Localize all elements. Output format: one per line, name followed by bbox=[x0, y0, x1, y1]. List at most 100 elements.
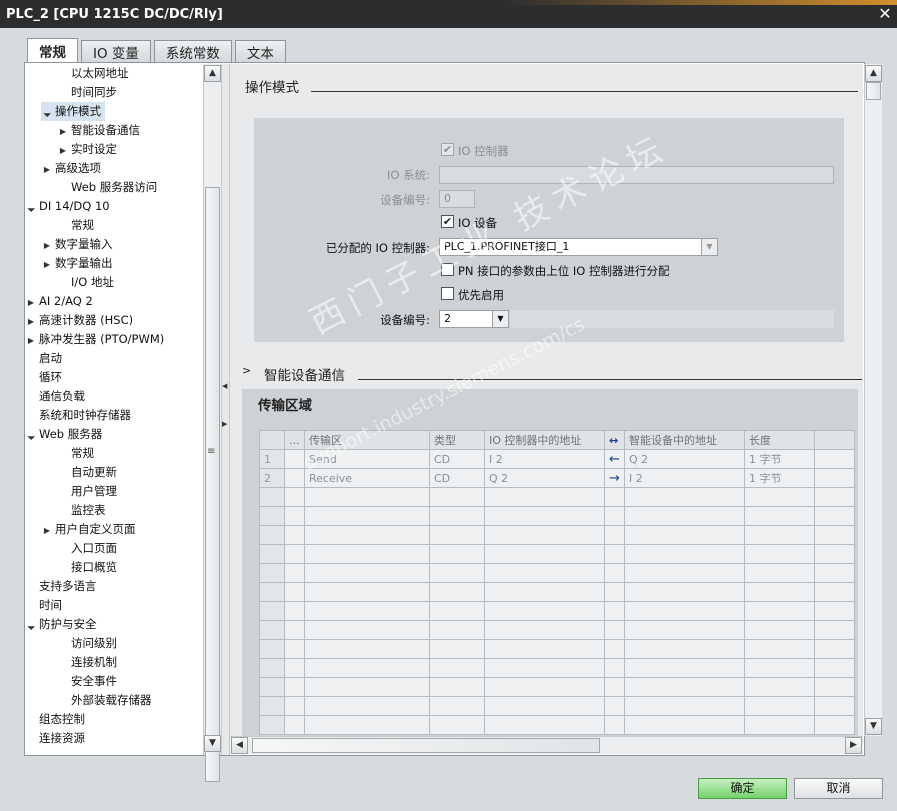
table-row[interactable] bbox=[259, 677, 855, 697]
pn-param-checkbox[interactable] bbox=[441, 263, 454, 276]
direction-arrow-icon[interactable]: → bbox=[604, 468, 625, 488]
io-controller-checkbox[interactable]: ✔ bbox=[441, 143, 454, 156]
cell-extra[interactable] bbox=[814, 696, 855, 716]
cell-type[interactable] bbox=[429, 620, 485, 640]
cell-direction[interactable] bbox=[604, 639, 625, 659]
table-row[interactable] bbox=[259, 506, 855, 526]
cell-extra[interactable] bbox=[814, 506, 855, 526]
cell-extra[interactable] bbox=[814, 601, 855, 621]
cell-type[interactable] bbox=[429, 506, 485, 526]
table-row[interactable] bbox=[259, 487, 855, 507]
cell-type[interactable] bbox=[429, 696, 485, 716]
cell-length[interactable] bbox=[744, 658, 815, 678]
cell-direction[interactable] bbox=[604, 677, 625, 697]
row-number[interactable] bbox=[259, 506, 285, 526]
row-number[interactable] bbox=[259, 563, 285, 583]
row-number[interactable] bbox=[259, 601, 285, 621]
row-dots[interactable] bbox=[284, 601, 305, 621]
row-number[interactable] bbox=[259, 639, 285, 659]
table-row[interactable] bbox=[259, 544, 855, 564]
row-number[interactable] bbox=[259, 582, 285, 602]
expand-closed-icon[interactable]: ▶ bbox=[57, 141, 69, 160]
table-row[interactable] bbox=[259, 658, 855, 678]
nav-item[interactable]: 循环 bbox=[25, 368, 66, 387]
collapse-left-icon[interactable]: ◀ bbox=[222, 382, 227, 390]
cell-extra[interactable] bbox=[814, 468, 855, 488]
row-dots[interactable] bbox=[284, 468, 305, 488]
cell-length[interactable]: 1 字节 bbox=[744, 449, 815, 469]
row-dots[interactable] bbox=[284, 506, 305, 526]
row-number[interactable] bbox=[259, 677, 285, 697]
cell-device-address[interactable] bbox=[624, 639, 745, 659]
io-device-checkbox[interactable]: ✔ bbox=[441, 215, 454, 228]
splitter[interactable]: ◀ ▶ bbox=[221, 64, 230, 755]
cell-direction[interactable] bbox=[604, 525, 625, 545]
cell-device-address[interactable] bbox=[624, 525, 745, 545]
cell-area[interactable] bbox=[304, 658, 430, 678]
nav-item[interactable]: 外部装载存储器 bbox=[57, 691, 156, 710]
chevron-down-icon[interactable]: ▼ bbox=[865, 718, 882, 735]
nav-item[interactable]: 支持多语言 bbox=[25, 577, 101, 596]
table-row[interactable] bbox=[259, 563, 855, 583]
cell-device-address[interactable] bbox=[624, 677, 745, 697]
cell-area[interactable]: Receive bbox=[304, 468, 430, 488]
table-row[interactable] bbox=[259, 696, 855, 716]
table-row[interactable] bbox=[259, 525, 855, 545]
cell-area[interactable] bbox=[304, 525, 430, 545]
table-row[interactable] bbox=[259, 715, 855, 735]
content-scroll-thumb[interactable] bbox=[866, 82, 881, 100]
row-dots[interactable] bbox=[284, 544, 305, 564]
nav-item[interactable]: 常规 bbox=[57, 444, 98, 463]
cell-type[interactable] bbox=[429, 487, 485, 507]
cell-area[interactable] bbox=[304, 639, 430, 659]
cell-device-address[interactable] bbox=[624, 696, 745, 716]
nav-item[interactable]: 安全事件 bbox=[57, 672, 121, 691]
cell-length[interactable] bbox=[744, 715, 815, 735]
cell-controller-address[interactable] bbox=[484, 582, 605, 602]
cell-controller-address[interactable] bbox=[484, 677, 605, 697]
cell-length[interactable] bbox=[744, 506, 815, 526]
nav-item[interactable]: 用户管理 bbox=[57, 482, 121, 501]
nav-item[interactable]: ◢ 操作模式 bbox=[41, 102, 105, 121]
nav-item[interactable]: 启动 bbox=[25, 349, 66, 368]
cell-length[interactable] bbox=[744, 525, 815, 545]
row-dots[interactable] bbox=[284, 620, 305, 640]
close-icon[interactable]: ✕ bbox=[877, 6, 893, 22]
table-row[interactable]: 1 Send CD I 2 ← Q 21 字节 bbox=[259, 449, 855, 469]
nav-item[interactable]: ▶ 数字量输入 bbox=[41, 235, 117, 254]
tab-general[interactable]: 常规 bbox=[27, 38, 78, 62]
cell-type[interactable] bbox=[429, 658, 485, 678]
expand-closed-icon[interactable]: ▶ bbox=[41, 160, 53, 179]
nav-item[interactable]: 入口页面 bbox=[57, 539, 121, 558]
cell-length[interactable] bbox=[744, 601, 815, 621]
row-number[interactable] bbox=[259, 696, 285, 716]
cell-extra[interactable] bbox=[814, 525, 855, 545]
cell-area[interactable] bbox=[304, 696, 430, 716]
assigned-controller-dropdown[interactable]: PLC_1.PROFINET接口_1 ▼ bbox=[439, 238, 718, 256]
chevron-up-icon[interactable]: ▲ bbox=[204, 65, 221, 82]
table-row[interactable]: 2 Receive CD Q 2 → I 21 字节 bbox=[259, 468, 855, 488]
nav-item[interactable]: 自动更新 bbox=[57, 463, 121, 482]
expand-closed-icon[interactable]: ▶ bbox=[25, 331, 37, 350]
cell-extra[interactable] bbox=[814, 544, 855, 564]
cell-area[interactable] bbox=[304, 563, 430, 583]
cell-type[interactable]: CD bbox=[429, 449, 485, 469]
cell-controller-address[interactable] bbox=[484, 525, 605, 545]
nav-item[interactable]: ▶ 数字量输出 bbox=[41, 254, 117, 273]
nav-item[interactable]: 时间同步 bbox=[57, 83, 121, 102]
expand-closed-icon[interactable]: ▶ bbox=[57, 122, 69, 141]
nav-item[interactable]: ▶ 脉冲发生器 (PTO/PWM) bbox=[25, 330, 168, 349]
nav-item[interactable]: Web 服务器访问 bbox=[57, 178, 161, 197]
nav-item[interactable]: 连接机制 bbox=[57, 653, 121, 672]
table-row[interactable] bbox=[259, 620, 855, 640]
cell-length[interactable] bbox=[744, 639, 815, 659]
tab-texts[interactable]: 文本 bbox=[234, 40, 286, 62]
hscroll-thumb[interactable] bbox=[252, 738, 600, 753]
direction-arrow-icon[interactable]: ← bbox=[604, 449, 625, 469]
row-dots[interactable] bbox=[284, 677, 305, 697]
content-hscrollbar[interactable]: ◀ ▶ bbox=[230, 736, 863, 754]
chevron-down-icon[interactable]: ▼ bbox=[492, 311, 508, 327]
cell-type[interactable] bbox=[429, 563, 485, 583]
table-row[interactable] bbox=[259, 582, 855, 602]
cell-length[interactable] bbox=[744, 620, 815, 640]
